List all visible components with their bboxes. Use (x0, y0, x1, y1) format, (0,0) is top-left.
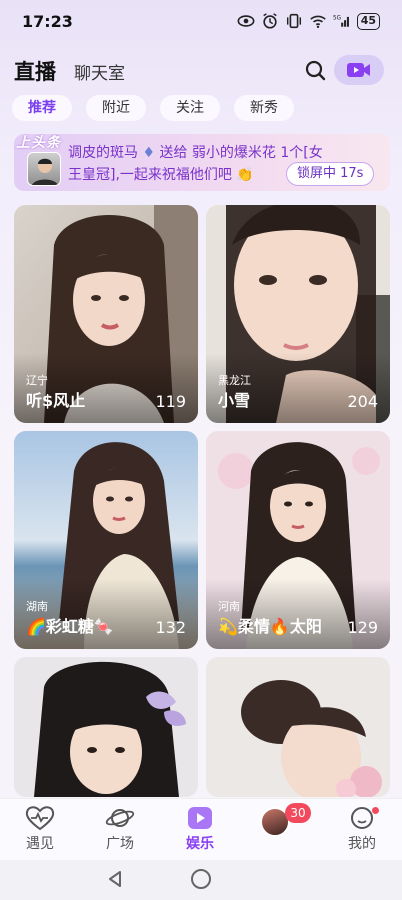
lock-screen-button[interactable]: 锁屏中 17s (286, 162, 375, 186)
notification-dot (372, 807, 379, 814)
back-icon[interactable] (105, 869, 125, 889)
home-icon[interactable] (191, 869, 211, 889)
category-tabs: 推荐 附近 关注 新秀 (12, 95, 294, 121)
tab-recommend[interactable]: 推荐 (12, 95, 72, 121)
nav-mine[interactable]: 我的 (332, 805, 392, 853)
signal-icon: 5G (333, 15, 349, 27)
planet-icon (105, 809, 135, 827)
gift-banner[interactable]: 上头条 调皮的斑马 ♦ 送给 弱小的爆米花 1个[女 王皇冠],一起来祝福他们吧… (14, 134, 390, 191)
status-icons: 5G 45 (237, 12, 380, 30)
card-location: 辽宁 (26, 374, 48, 387)
play-icon (188, 807, 212, 829)
chatroom-tab[interactable]: 聊天室 (74, 59, 125, 84)
banner-line2: 王皇冠],一起来祝福他们吧 👏 (68, 167, 254, 183)
card-streamer-name: 听$风止 (26, 391, 86, 410)
card-location: 湖南 (26, 600, 48, 613)
card-streamer-name: 💫柔情🔥太阳 (218, 617, 322, 636)
sender-name: 调皮的斑马 (68, 145, 138, 161)
heart-pulse-icon (25, 806, 55, 831)
card-viewer-count: 129 (347, 618, 378, 637)
tab-new[interactable]: 新秀 (234, 95, 294, 121)
wifi-icon (309, 15, 326, 29)
header: 直播 聊天室 (0, 50, 402, 94)
nav-entertainment[interactable]: 娱乐 (170, 805, 230, 853)
card-viewer-count: 132 (155, 618, 186, 637)
status-bar: 17:23 5G 45 (0, 0, 402, 44)
live-card[interactable]: 黑龙江 小雪 204 (206, 205, 390, 423)
status-time: 17:23 (22, 12, 73, 31)
tab-following[interactable]: 关注 (160, 95, 220, 121)
card-viewer-count: 204 (347, 392, 378, 411)
live-card[interactable]: 辽宁 听$风止 119 (14, 205, 198, 423)
card-streamer-name: 小雪 (218, 391, 251, 410)
tab-nearby[interactable]: 附近 (86, 95, 146, 121)
search-icon (305, 60, 326, 81)
card-photo (206, 657, 390, 797)
card-location: 河南 (218, 600, 240, 613)
card-streamer-name: 🌈彩虹糖🍬 (26, 617, 114, 636)
nav-square[interactable]: 广场 (90, 805, 150, 853)
card-location: 黑龙江 (218, 374, 251, 387)
card-photo (14, 657, 198, 797)
nav-meet[interactable]: 遇见 (10, 805, 70, 853)
system-nav (0, 860, 402, 900)
live-card[interactable]: 湖南 🌈彩虹糖🍬 132 (14, 431, 198, 649)
card-viewer-count: 119 (155, 392, 186, 411)
search-button[interactable] (303, 58, 329, 84)
alarm-icon (262, 13, 277, 29)
banner-line1: 调皮的斑马 ♦ 送给 弱小的爆米花 1个[女 (68, 142, 323, 162)
live-card[interactable]: 河南 💫柔情🔥太阳 129 (206, 431, 390, 649)
go-live-button[interactable] (334, 55, 384, 85)
live-card[interactable] (14, 657, 198, 797)
live-card[interactable] (206, 657, 390, 797)
bottom-nav: 遇见 广场 娱乐 30 我的 (0, 798, 402, 860)
gift-text: 送给 弱小的爆米花 1个[女 (159, 145, 323, 161)
page-title[interactable]: 直播 (14, 56, 56, 86)
headline-tag: 上头条 (16, 135, 61, 151)
eye-icon (237, 15, 255, 27)
clap-icon: 👏 (236, 167, 254, 183)
message-badge: 30 (285, 803, 311, 823)
video-camera-icon (347, 63, 370, 77)
avatar (27, 152, 61, 186)
vibrate-icon (286, 13, 301, 29)
svg-text:5G: 5G (333, 15, 341, 21)
battery-indicator: 45 (356, 12, 380, 30)
diamond-icon: ♦ (142, 145, 156, 161)
